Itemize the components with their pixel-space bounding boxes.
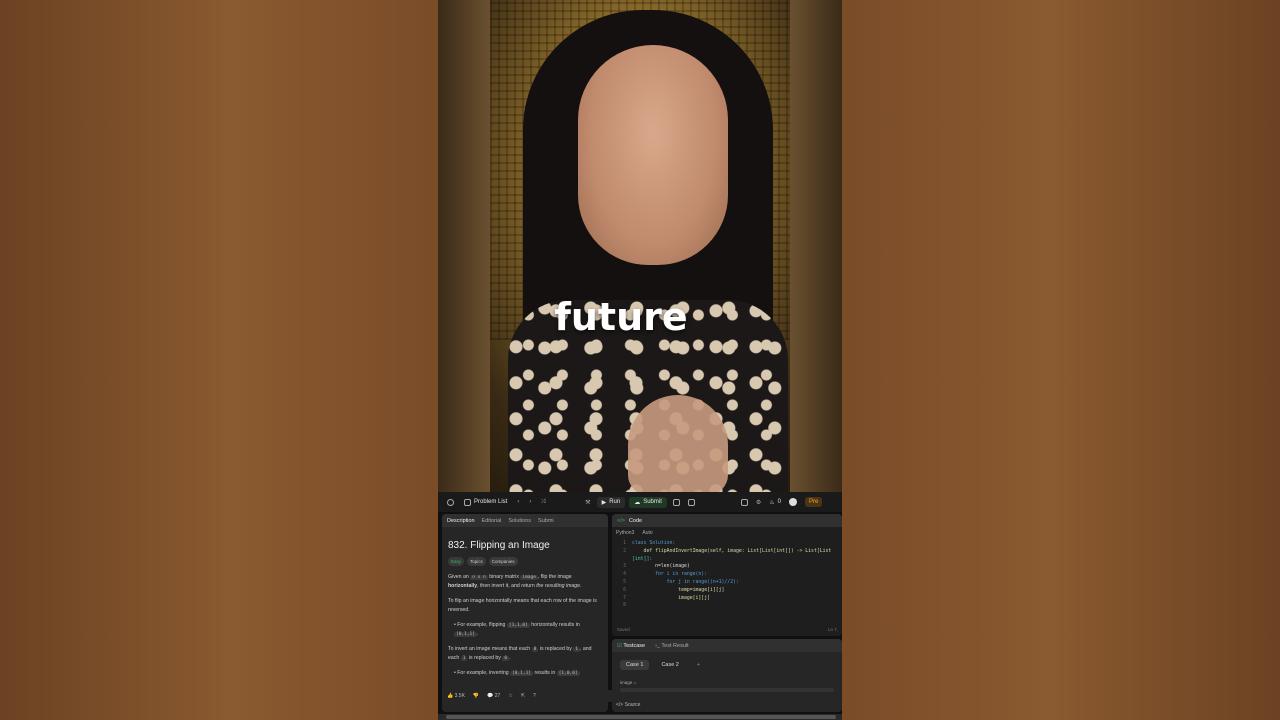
cloud-upload-icon: ☁ [634,499,641,506]
problem-description: Given an n x n binary matrix image, flip… [448,573,602,678]
video-background-right [790,0,842,492]
tab-submissions[interactable]: Submi [538,518,554,524]
speaker-face [578,45,728,265]
example-bullet: • For example, inverting [0,1,1] results… [454,670,580,676]
code-line: 1 class Solution: [623,541,676,546]
notes-icon[interactable] [687,498,695,506]
play-icon: ▶ [601,499,607,506]
editor-topbar: Problem List ‹ › ⤨ ⚒ ▶ Run ☁ Submit ⚙ ♨ … [438,492,842,512]
description-panel: Description Editorial Solutions Submi 83… [442,514,608,712]
testcase-variable-label: image = [620,680,637,685]
description-footer: 👍 3.5K 👎 💬 27 ☆ ⇱ ? [442,690,613,702]
difficulty-badge: Easy [448,557,465,566]
testcase-tabs: ☑ Testcase ›_ Test Result [612,639,842,652]
description-paragraph: Given an n x n binary matrix image, flip… [448,574,582,589]
case-list: Case 1 Case 2 + [620,660,842,670]
code-editor[interactable]: 1 class Solution: 2 def flipAndInvertImag… [612,540,842,610]
add-case-button[interactable]: + [691,660,706,670]
description-paragraph: To invert an image means that each 0 is … [448,646,592,661]
code-line: 4 for i in range(n): [623,572,708,578]
testcase-input[interactable] [620,688,834,692]
code-line: 5 for j in range((n+1)//2): [623,579,739,585]
checkbox-icon: ☑ [617,642,622,649]
example-bullet: • For example, flipping [1,1,0] horizont… [454,622,580,637]
star-icon[interactable]: ☆ [508,693,512,699]
settings-gear-icon[interactable]: ⚙ [756,499,761,506]
video-caption: future [554,295,688,339]
autocomplete-mode[interactable]: Auto [642,530,652,536]
submit-button[interactable]: ☁ Submit [629,496,667,508]
tab-editorial[interactable]: Editorial [482,518,502,524]
tab-testcase[interactable]: ☑ Testcase [617,643,645,649]
help-icon[interactable]: ? [533,693,536,699]
code-panel: </> Code Python3 Auto 1 class Solution: 2… [612,514,842,636]
list-icon [464,498,471,506]
scrollbar-thumb[interactable] [446,715,836,719]
code-line: 3 n=len(image) [623,564,690,570]
case-2-tab[interactable]: Case 2 [655,660,684,670]
code-tabs: </> Code [612,514,842,527]
tab-test-result[interactable]: ›_ Test Result [655,643,689,649]
problem-badges: Easy Topics Companies [448,557,608,566]
prev-problem-icon[interactable]: ‹ [517,499,519,505]
problem-list-button[interactable]: Problem List [464,498,507,506]
layout-icon[interactable] [740,498,748,506]
topics-badge[interactable]: Topics [467,557,486,566]
avatar[interactable] [789,498,798,506]
cursor-position: Ln 7, [827,627,838,632]
video-area[interactable]: future [438,0,842,492]
description-tabs: Description Editorial Solutions Submi [442,514,608,527]
short-video-frame[interactable]: future Problem List ‹ › ⤨ ⚒ ▶ Run ☁ Subm… [438,0,842,720]
debug-icon[interactable]: ⚒ [585,499,590,506]
speaker-hands [628,395,728,492]
video-background-left [438,0,490,492]
shuffle-icon[interactable]: ⤨ [540,499,545,506]
code-line: 7 image[i][j] [623,595,710,601]
code-line: [int]]: [632,556,653,562]
code-line: 2 def flipAndInvertImage(self, image: Li… [623,548,832,554]
timer-icon[interactable] [672,498,680,506]
tab-solutions[interactable]: Solutions [508,518,531,524]
description-paragraph: To flip an image horizontally means that… [448,598,597,613]
tab-description[interactable]: Description [447,518,475,524]
code-line: 8 [623,603,626,609]
testcase-panel: ☑ Testcase ›_ Test Result Case 1 Case 2 … [612,639,842,712]
comments-button[interactable]: 💬 27 [487,693,500,699]
share-icon[interactable]: ⇱ [521,693,525,699]
streak-counter[interactable]: ♨ 0 [769,499,781,506]
tab-code[interactable]: Code [629,518,642,524]
editor-toolbar: Python3 Auto [612,527,842,538]
fire-icon: ♨ [769,499,775,506]
code-line: 6 temp=image[i][j] [623,587,725,593]
source-button[interactable]: </> Source [616,702,640,708]
like-button[interactable]: 👍 3.5K [447,693,465,699]
leetcode-editor: Problem List ‹ › ⤨ ⚒ ▶ Run ☁ Submit ⚙ ♨ … [438,492,842,720]
next-problem-icon[interactable]: › [529,499,531,505]
case-1-tab[interactable]: Case 1 [620,660,650,670]
save-status: Saved [617,627,630,632]
companies-badge[interactable]: Companies [488,557,518,566]
leetcode-logo-icon[interactable] [447,498,454,506]
run-button[interactable]: ▶ Run [596,496,626,508]
horizontal-scrollbar[interactable] [438,714,842,720]
language-select[interactable]: Python3 [616,530,634,536]
code-icon: </> [617,517,625,524]
problem-title[interactable]: 832. Flipping an Image [448,540,602,551]
dislike-icon[interactable]: 👎 [473,693,479,699]
premium-button[interactable]: Pre [805,497,823,507]
